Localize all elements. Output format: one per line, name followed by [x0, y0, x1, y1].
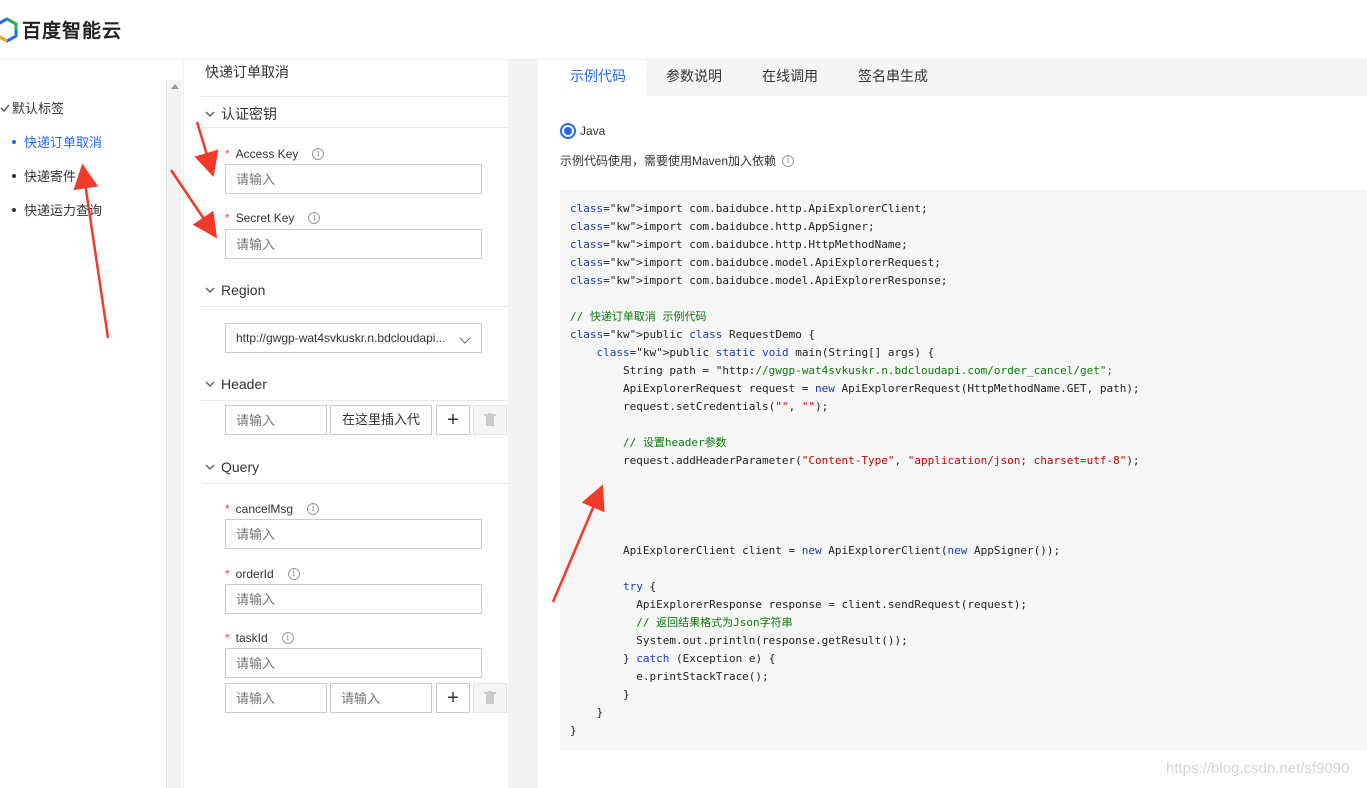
- required-mark: *: [225, 631, 230, 645]
- sidebar-scrollbar[interactable]: [166, 80, 182, 788]
- field-label-text: taskId: [235, 631, 268, 645]
- order-id-input[interactable]: [225, 584, 482, 614]
- header-delete-button[interactable]: [473, 405, 507, 435]
- section-label: Query: [221, 459, 260, 475]
- section-header[interactable]: Header: [205, 376, 267, 392]
- chevron-down-icon: [205, 464, 215, 471]
- access-key-input[interactable]: [225, 164, 482, 194]
- field-label-text: Secret Key: [235, 211, 295, 225]
- info-icon[interactable]: i: [782, 154, 795, 167]
- plus-icon: +: [447, 409, 459, 431]
- watermark: https://blog.csdn.net/sf9090: [1166, 760, 1350, 777]
- tab-bar: 示例代码 参数说明 在线调用 签名串生成: [550, 60, 1367, 96]
- info-icon[interactable]: i: [287, 568, 300, 580]
- tab-param-doc[interactable]: 参数说明: [646, 60, 742, 96]
- top-bar: 百度智能云: [0, 0, 1367, 60]
- scroll-up-icon[interactable]: [171, 84, 179, 89]
- divider: [201, 127, 509, 128]
- divider: [201, 96, 509, 97]
- language-option-java[interactable]: Java: [560, 123, 605, 139]
- trash-icon: [484, 691, 496, 704]
- query-extra-key-input[interactable]: [225, 683, 327, 713]
- task-id-input[interactable]: [225, 648, 482, 678]
- api-sidebar: 默认标签 快递订单取消 快递寄件 快递运力查询: [0, 60, 182, 788]
- secret-key-input[interactable]: [225, 229, 482, 259]
- task-id-label: * taskId i: [225, 631, 294, 645]
- access-key-label: * Access Key i: [225, 147, 325, 161]
- info-icon[interactable]: i: [307, 503, 320, 515]
- form-title: 快递订单取消: [205, 64, 289, 80]
- tab-online-call[interactable]: 在线调用: [742, 60, 838, 96]
- brand-logo[interactable]: 百度智能云: [0, 16, 122, 43]
- tag-group-label: 默认标签: [12, 101, 65, 116]
- field-label-text: orderId: [235, 567, 274, 581]
- sidebar-item-send-package[interactable]: 快递寄件: [12, 166, 76, 185]
- divider: [201, 306, 509, 307]
- cancel-msg-label: * cancelMsg i: [225, 502, 320, 516]
- header-insert-button[interactable]: 在这里插入代: [330, 405, 432, 435]
- query-delete-button[interactable]: [473, 683, 507, 713]
- plus-icon: +: [447, 687, 459, 709]
- section-region[interactable]: Region: [205, 282, 265, 298]
- info-icon[interactable]: i: [312, 148, 325, 160]
- info-icon[interactable]: i: [281, 632, 294, 644]
- cancel-msg-input[interactable]: [225, 519, 482, 549]
- maven-hint: 示例代码使用，需要使用Maven加入依赖 i: [560, 152, 795, 169]
- radio-selected-icon[interactable]: [560, 123, 576, 139]
- chevron-down-icon: [205, 111, 215, 118]
- sidebar-item-capacity-query[interactable]: 快递运力查询: [12, 200, 102, 219]
- required-mark: *: [225, 567, 230, 581]
- request-form-panel: 快递订单取消 认证密钥 * Access Key i * Secret Key …: [183, 60, 509, 788]
- required-mark: *: [225, 211, 230, 225]
- required-mark: *: [225, 147, 230, 161]
- sidebar-item-label: 快递订单取消: [24, 135, 103, 150]
- query-add-button[interactable]: +: [436, 683, 470, 713]
- region-selected-value: http://gwgp-wat4svkuskr.n.bdcloudapi...: [236, 331, 446, 345]
- field-label-text: cancelMsg: [235, 502, 294, 516]
- divider: [201, 483, 509, 484]
- code-block[interactable]: class="kw">import com.baidubce.http.ApiE…: [560, 190, 1367, 750]
- order-id-label: * orderId i: [225, 567, 300, 581]
- header-key-input[interactable]: [225, 405, 327, 435]
- section-label: Region: [221, 282, 266, 298]
- sidebar-item-label: 快递运力查询: [24, 203, 103, 218]
- required-mark: *: [225, 502, 230, 516]
- sidebar-item-order-cancel[interactable]: 快递订单取消: [12, 132, 102, 151]
- code-text: class="kw">import com.baidubce.http.ApiE…: [570, 202, 1140, 737]
- field-label-text: Access Key: [235, 147, 299, 161]
- bullet-icon: [12, 207, 16, 212]
- section-query[interactable]: Query: [205, 459, 259, 475]
- section-label: Header: [221, 376, 267, 392]
- divider: [201, 400, 509, 401]
- query-extra-value-input[interactable]: [330, 683, 432, 713]
- tab-sample-code[interactable]: 示例代码: [550, 60, 646, 96]
- sidebar-item-label: 快递寄件: [24, 169, 77, 184]
- hint-text: 示例代码使用，需要使用Maven加入依赖: [560, 154, 777, 168]
- section-auth[interactable]: 认证密钥: [205, 104, 277, 124]
- region-select[interactable]: http://gwgp-wat4svkuskr.n.bdcloudapi...: [225, 323, 482, 353]
- chevron-down-icon: [205, 381, 215, 388]
- chevron-down-icon: [205, 287, 215, 294]
- trash-icon: [484, 413, 496, 426]
- chevron-down-icon: [459, 332, 471, 344]
- tag-group-default[interactable]: 默认标签: [0, 98, 64, 117]
- brand-name: 百度智能云: [22, 21, 123, 42]
- language-label: Java: [580, 124, 606, 138]
- bullet-icon: [12, 173, 16, 178]
- section-label: 认证密钥: [221, 106, 277, 122]
- panel-divider[interactable]: [508, 60, 538, 788]
- info-icon[interactable]: i: [308, 212, 321, 224]
- tab-signature[interactable]: 签名串生成: [838, 60, 948, 96]
- header-add-button[interactable]: +: [436, 405, 470, 435]
- secret-key-label: * Secret Key i: [225, 211, 321, 225]
- bullet-icon: [12, 139, 16, 144]
- code-panel: 示例代码 参数说明 在线调用 签名串生成 Java 示例代码使用，需要使用Mav…: [538, 60, 1367, 788]
- check-icon: [0, 104, 10, 112]
- baidu-cloud-logo-icon: [0, 16, 18, 43]
